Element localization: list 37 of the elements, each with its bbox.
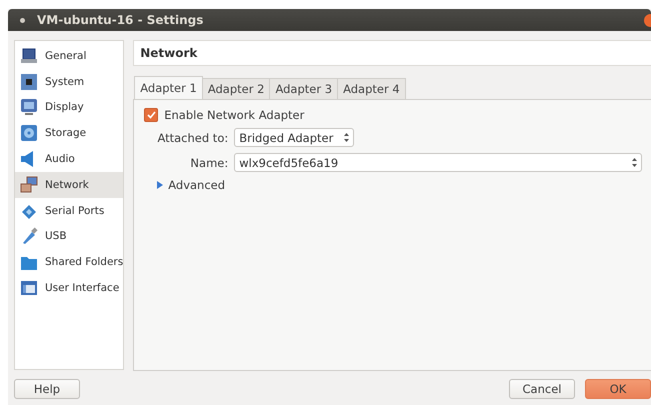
cancel-button[interactable]: Cancel [509,379,575,399]
adapter-tab[interactable]: Adapter 3 [269,78,338,99]
laptop-icon [20,46,38,65]
chip-icon [20,72,38,91]
usb-stick-icon [20,227,38,246]
sidebar-item[interactable]: System [15,68,124,95]
field-label: Attached to: [156,130,228,144]
sidebar-item[interactable]: Storage [15,120,124,146]
sidebar-item[interactable]: USB [15,224,124,250]
network-icon [20,176,38,194]
sidebar-item[interactable]: Display [15,94,124,120]
sidebar-item[interactable]: Shared Folders [15,249,124,276]
spinner-arrows-icon [632,158,638,167]
ok-button[interactable]: OK [585,379,651,399]
sidebar-item[interactable]: User Interface [15,275,124,301]
sidebar-item[interactable]: General [15,43,124,69]
help-button[interactable]: Help [14,379,80,399]
sidebar-item[interactable]: Audio [15,146,124,172]
page-header: Network [133,40,651,66]
checkmark-icon [146,111,156,119]
field-label: Name: [189,156,228,170]
adapter-tab[interactable]: Adapter 1 [134,76,203,99]
name-select[interactable]: wlx9cefd5fe6a19 [234,153,642,172]
window-icon [20,279,38,298]
sidebar-item[interactable]: Serial Ports [15,198,124,224]
window-menu-icon[interactable] [20,18,25,22]
monitor-icon [20,98,38,116]
window-title: VM-ubuntu-16 - Settings [37,13,204,27]
spinner-arrows-icon [344,133,350,142]
advanced-expander[interactable]: Advanced [156,178,642,192]
checkbox-label: Enable Network Adapter [164,108,304,122]
adapter-tab[interactable]: Adapter 4 [337,78,406,99]
checkbox[interactable] [144,108,158,122]
adapter-tab[interactable]: Adapter 2 [202,78,270,99]
triangle-icon [156,181,164,189]
sidebar-item[interactable]: Network [15,172,124,198]
attached-to-select[interactable]: Bridged Adapter [234,128,354,147]
